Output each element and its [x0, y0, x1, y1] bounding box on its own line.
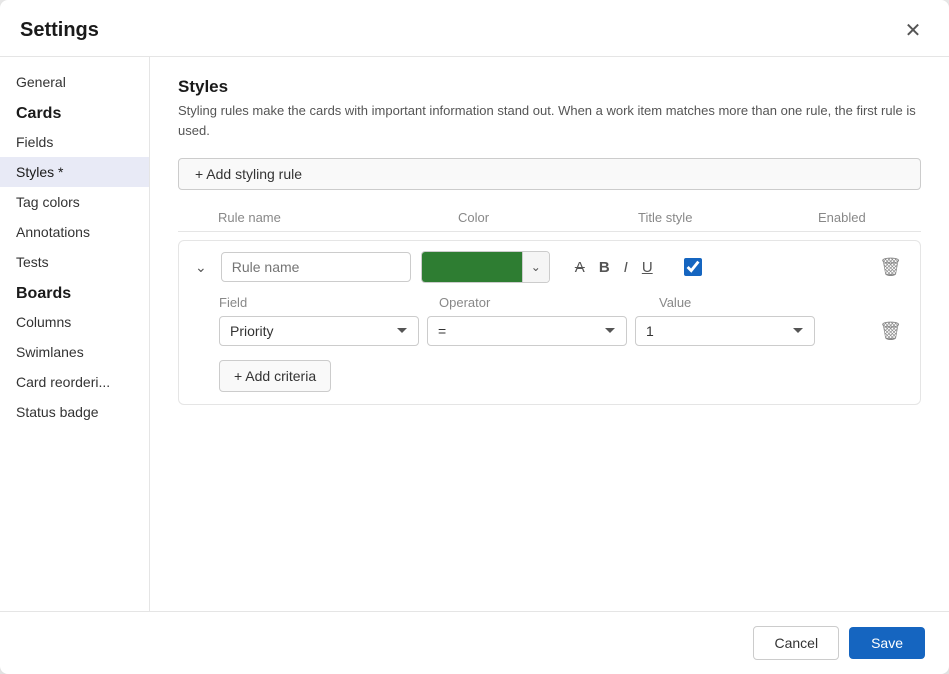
- add-rule-button[interactable]: + Add styling rule: [178, 158, 921, 190]
- bold-button[interactable]: B: [594, 256, 615, 279]
- strikethrough-button[interactable]: A: [570, 256, 590, 279]
- rule-name-input[interactable]: [221, 252, 411, 282]
- criteria-col-value: Value: [659, 295, 839, 310]
- dialog-footer: Cancel Save: [0, 611, 949, 674]
- criteria-row: Priority Status Assignee Type = != > < >…: [219, 316, 908, 346]
- sidebar-item-general[interactable]: General: [0, 67, 149, 97]
- criteria-col-field: Field: [219, 295, 439, 310]
- sidebar-section-cards: Cards: [0, 97, 149, 127]
- content-title: Styles: [178, 77, 921, 97]
- criteria-headers: Field Operator Value: [219, 295, 908, 310]
- color-picker[interactable]: ⌄: [421, 251, 550, 283]
- field-select[interactable]: Priority Status Assignee Type: [219, 316, 419, 346]
- color-dropdown-button[interactable]: ⌄: [522, 252, 549, 282]
- sidebar-section-boards: Boards: [0, 277, 149, 307]
- sidebar-item-styles[interactable]: Styles *: [0, 157, 149, 187]
- col-title-style: Title style: [638, 210, 818, 225]
- delete-rule-button[interactable]: 🗑: [873, 255, 908, 280]
- sidebar-item-fields[interactable]: Fields: [0, 127, 149, 157]
- main-content: Styles Styling rules make the cards with…: [150, 57, 949, 611]
- title-style-controls: A B I U: [570, 256, 658, 279]
- sidebar-item-card-reordering[interactable]: Card reorderi...: [0, 367, 149, 397]
- settings-dialog: Settings ✕ General Cards Fields Styles *…: [0, 0, 949, 674]
- dialog-body: General Cards Fields Styles * Tag colors…: [0, 57, 949, 611]
- sidebar-item-swimlanes[interactable]: Swimlanes: [0, 337, 149, 367]
- expand-chevron-button[interactable]: ⌄: [191, 257, 211, 278]
- color-swatch: [422, 252, 522, 282]
- criteria-col-operator: Operator: [439, 295, 659, 310]
- sidebar-item-tests[interactable]: Tests: [0, 247, 149, 277]
- sidebar-item-tag-colors[interactable]: Tag colors: [0, 187, 149, 217]
- value-select[interactable]: 1 2 3 4 5: [635, 316, 815, 346]
- operator-select[interactable]: = != > < >= <=: [427, 316, 627, 346]
- add-criteria-button[interactable]: + Add criteria: [219, 360, 331, 392]
- dialog-title: Settings: [20, 19, 99, 42]
- content-description: Styling rules make the cards with import…: [178, 101, 921, 140]
- col-enabled: Enabled: [818, 210, 921, 225]
- underline-button[interactable]: U: [637, 256, 658, 279]
- sidebar-item-status-badge[interactable]: Status badge: [0, 397, 149, 427]
- save-button[interactable]: Save: [849, 627, 925, 659]
- cancel-button[interactable]: Cancel: [753, 626, 839, 660]
- italic-button[interactable]: I: [619, 256, 633, 279]
- sidebar-item-columns[interactable]: Columns: [0, 307, 149, 337]
- sidebar: General Cards Fields Styles * Tag colors…: [0, 57, 150, 611]
- delete-criteria-button[interactable]: 🗑: [873, 319, 908, 344]
- col-rule-name: Rule name: [218, 210, 458, 225]
- col-color: Color: [458, 210, 638, 225]
- enabled-checkbox[interactable]: [684, 258, 702, 276]
- criteria-section: Field Operator Value Priority Status Ass…: [191, 295, 908, 392]
- rule-row-top: ⌄ ⌄ A B I U: [191, 251, 908, 283]
- table-header: Rule name Color Title style Enabled: [178, 210, 921, 232]
- dialog-header: Settings ✕: [0, 0, 949, 57]
- sidebar-item-annotations[interactable]: Annotations: [0, 217, 149, 247]
- close-button[interactable]: ✕: [897, 14, 929, 46]
- rule-row: ⌄ ⌄ A B I U: [178, 240, 921, 405]
